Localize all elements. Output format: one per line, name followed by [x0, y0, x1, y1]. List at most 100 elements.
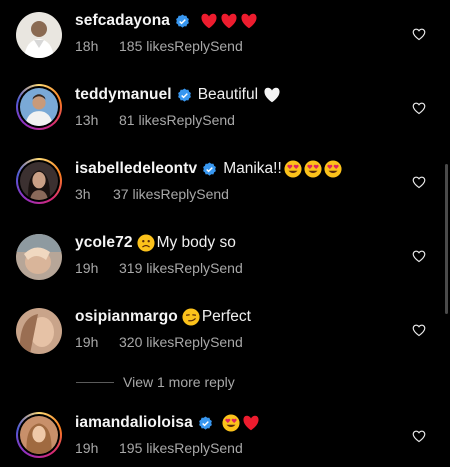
verified-badge-icon: [203, 161, 217, 176]
comment-text: Beautiful: [198, 86, 283, 104]
timestamp: 3h: [75, 186, 91, 202]
view-more-replies-button[interactable]: View 1 more reply: [76, 374, 235, 390]
red-heart-icon: [201, 13, 217, 29]
send-button[interactable]: Send: [202, 112, 235, 128]
likes-count[interactable]: 320 likes: [119, 334, 174, 350]
comment-meta: 19h 319 likes Reply Send: [75, 260, 243, 276]
reply-button[interactable]: Reply: [174, 38, 210, 54]
likes-count[interactable]: 81 likes: [119, 112, 166, 128]
comment-body: My body so: [156, 234, 236, 251]
comment-text: Manika!!: [223, 160, 344, 178]
timestamp: 13h: [75, 112, 99, 128]
username[interactable]: teddymanuel: [75, 86, 172, 104]
send-button[interactable]: Send: [210, 260, 243, 276]
like-button[interactable]: [412, 429, 426, 443]
comment-line: isabelledeleontv Manika!!: [75, 160, 344, 178]
comment-body: Beautiful: [197, 86, 259, 103]
comment-text: My body so: [137, 234, 236, 252]
avatar-image: [16, 234, 62, 280]
comment-item: isabelledeleontv Manika!! 3h 37 likes Re…: [0, 158, 450, 230]
comment-meta: 19h 320 likes Reply Send: [75, 334, 243, 350]
comment-item: iamandalioloisa 19h 195 likes Reply Send: [0, 412, 450, 467]
verified-badge-icon: [176, 13, 189, 28]
like-button[interactable]: [412, 175, 426, 189]
avatar[interactable]: [16, 12, 62, 58]
comment-line: sefcadayona: [75, 12, 260, 30]
avatar-image: [20, 88, 58, 126]
reply-button[interactable]: Reply: [160, 186, 196, 202]
username[interactable]: sefcadayona: [75, 12, 170, 30]
timestamp: 19h: [75, 260, 99, 276]
comment-line: iamandalioloisa: [75, 414, 262, 432]
avatar-image: [20, 416, 58, 454]
divider-line: [76, 381, 114, 383]
like-button[interactable]: [412, 101, 426, 115]
verified-badge-icon: [177, 87, 191, 102]
timestamp: 18h: [75, 38, 99, 54]
likes-count[interactable]: 195 likes: [119, 440, 174, 456]
like-button[interactable]: [412, 249, 426, 263]
username[interactable]: ycole72: [75, 234, 133, 252]
red-heart-icon: [241, 13, 257, 29]
timestamp: 19h: [75, 334, 99, 350]
heart-eyes-emoji-icon: [284, 160, 302, 178]
reply-button[interactable]: Reply: [166, 112, 202, 128]
red-heart-icon: [243, 415, 259, 431]
comment-item: osipianmargo Perfect 19h 320 likes Reply…: [0, 308, 450, 378]
comment-line: osipianmargo Perfect: [75, 308, 251, 326]
frowning-face-emoji-icon: [137, 234, 155, 252]
view-more-replies-label: View 1 more reply: [123, 374, 235, 390]
red-heart-icon: [221, 13, 237, 29]
comment-text: [200, 12, 260, 30]
send-button[interactable]: Send: [210, 334, 243, 350]
likes-count[interactable]: 185 likes: [119, 38, 174, 54]
comment-line: teddymanuel Beautiful: [75, 86, 283, 104]
comment-text: Perfect: [182, 308, 251, 326]
heart-outline-icon: [412, 324, 426, 337]
username[interactable]: isabelledeleontv: [75, 160, 197, 178]
comment-item: sefcadayona 18h 185 likes Reply Send: [0, 12, 450, 82]
comment-meta: 3h 37 likes Reply Send: [75, 186, 229, 202]
comment-line: ycole72 My body so: [75, 234, 236, 252]
comment-text: [222, 414, 262, 432]
comment-meta: 19h 195 likes Reply Send: [75, 440, 243, 456]
send-button[interactable]: Send: [196, 186, 229, 202]
heart-outline-icon: [412, 102, 426, 115]
heart-outline-icon: [412, 28, 426, 41]
smirking-face-emoji-icon: [182, 308, 200, 326]
heart-eyes-emoji-icon: [324, 160, 342, 178]
comment-meta: 13h 81 likes Reply Send: [75, 112, 235, 128]
avatar[interactable]: [16, 234, 62, 280]
avatar-image: [20, 162, 58, 200]
likes-count[interactable]: 37 likes: [113, 186, 160, 202]
heart-eyes-emoji-icon: [304, 160, 322, 178]
username[interactable]: iamandalioloisa: [75, 414, 193, 432]
comment-body: Perfect: [201, 308, 251, 325]
reply-button[interactable]: Reply: [174, 440, 210, 456]
comment-body: Manika!!: [223, 160, 282, 177]
heart-outline-icon: [412, 176, 426, 189]
avatar-image: [16, 308, 62, 354]
comment-item: ycole72 My body so 19h 319 likes Reply S…: [0, 234, 450, 304]
send-button[interactable]: Send: [210, 38, 243, 54]
timestamp: 19h: [75, 440, 99, 456]
avatar[interactable]: [16, 84, 62, 130]
username[interactable]: osipianmargo: [75, 308, 178, 326]
comment-meta: 18h 185 likes Reply Send: [75, 38, 243, 54]
heart-outline-icon: [412, 250, 426, 263]
heart-eyes-emoji-icon: [222, 414, 240, 432]
like-button[interactable]: [412, 323, 426, 337]
reply-button[interactable]: Reply: [174, 260, 210, 276]
likes-count[interactable]: 319 likes: [119, 260, 174, 276]
avatar[interactable]: [16, 308, 62, 354]
comment-item: teddymanuel Beautiful 13h 81 likes Reply…: [0, 84, 450, 156]
verified-badge-icon: [198, 415, 212, 430]
send-button[interactable]: Send: [210, 440, 243, 456]
like-button[interactable]: [412, 27, 426, 41]
avatar[interactable]: [16, 158, 62, 204]
reply-button[interactable]: Reply: [174, 334, 210, 350]
scrollbar[interactable]: [445, 164, 448, 314]
avatar-image: [16, 12, 62, 58]
white-heart-icon: [264, 87, 280, 103]
avatar[interactable]: [16, 412, 62, 458]
